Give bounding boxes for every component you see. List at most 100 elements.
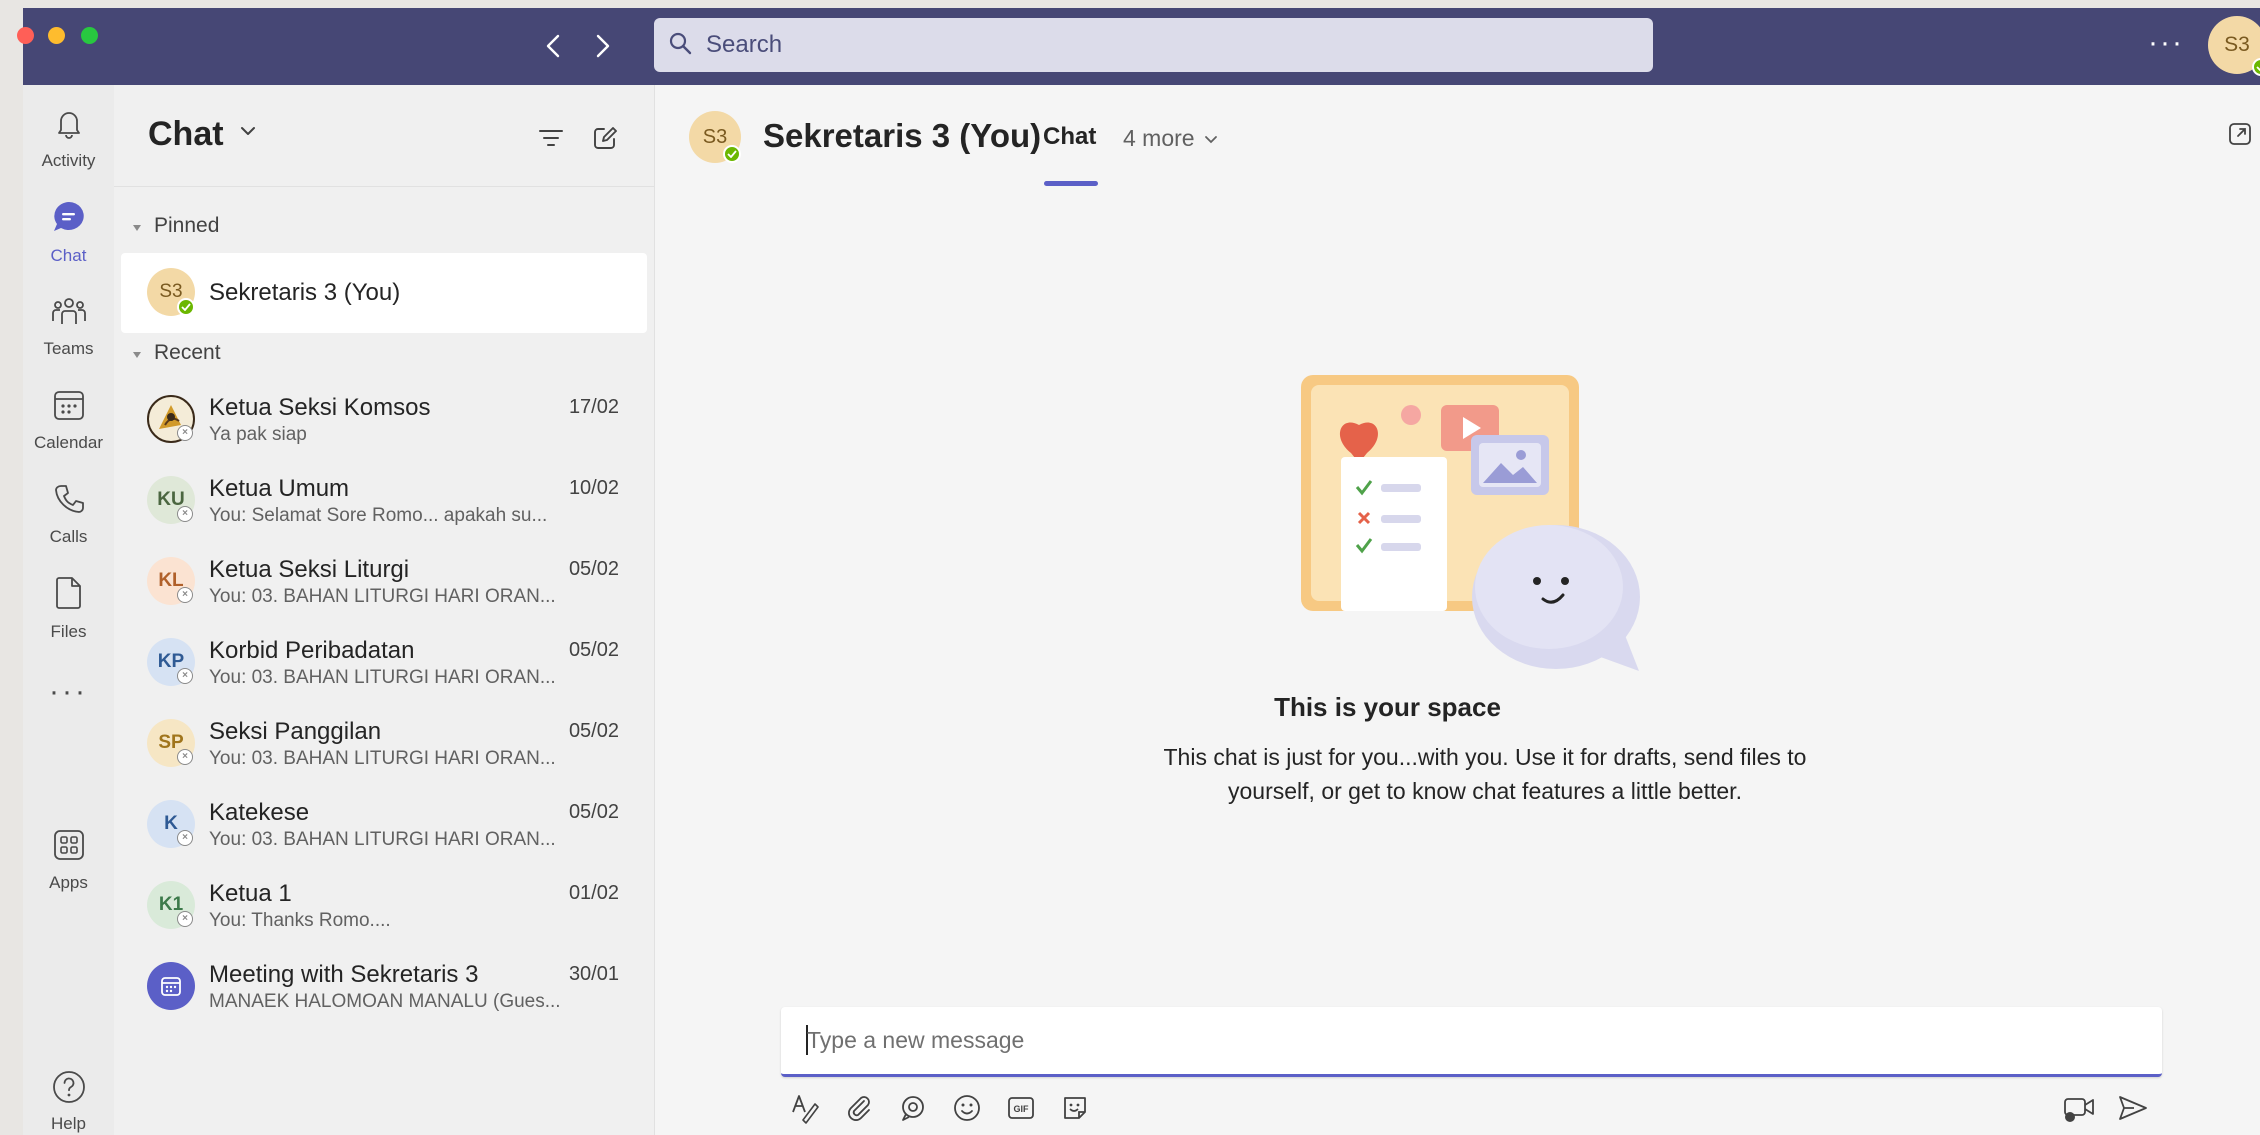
chat-main-pane: S3 Sekretaris 3 (You) Chat 4 more This i… — [654, 85, 2260, 1135]
chat-row-ketua-seksi-komsos[interactable]: × Ketua Seksi Komsos 17/02 Ya pak siap — [121, 380, 647, 460]
window-minimize-button[interactable] — [48, 27, 65, 44]
rail-item-apps[interactable]: Apps — [23, 817, 114, 903]
phone-icon — [52, 482, 86, 521]
emoji-icon[interactable] — [947, 1088, 987, 1128]
space-title: This is your space — [1274, 692, 1501, 722]
chevron-down-icon — [1203, 125, 1219, 152]
chat-date: 05/02 — [568, 558, 619, 580]
chat-icon — [50, 199, 88, 240]
chat-preview: You: 03. BAHAN LITURGI HARI ORAN... — [209, 667, 556, 688]
chat-name: Ketua Seksi Liturgi — [209, 556, 410, 583]
svg-text:GIF: GIF — [1014, 1104, 1030, 1114]
send-icon[interactable] — [2113, 1088, 2153, 1128]
format-icon[interactable] — [785, 1088, 825, 1128]
chat-date: 05/02 — [568, 720, 619, 742]
schedule-meeting-icon[interactable] — [2059, 1088, 2099, 1128]
chat-row-katekese[interactable]: K × Katekese 05/02 You: 03. BAHAN LITURG… — [121, 785, 647, 865]
chat-name: Meeting with Sekretaris 3 — [209, 961, 479, 988]
chat-name: Katekese — [209, 799, 310, 826]
rail-label: Chat — [50, 245, 87, 265]
rail-item-teams[interactable]: Teams — [23, 283, 114, 369]
profile-initials: S3 — [2224, 33, 2250, 56]
help-icon — [51, 1069, 87, 1110]
chat-date: 01/02 — [568, 882, 619, 904]
chat-date: 17/02 — [568, 396, 619, 418]
avatar-initials: K — [164, 813, 178, 834]
chat-name: Ketua Umum — [209, 475, 350, 502]
avatar: S3 — [147, 268, 195, 316]
chat-preview: You: Thanks Romo.... — [209, 910, 391, 931]
filter-icon[interactable] — [534, 121, 568, 155]
chat-row-ketua-1[interactable]: K1 × Ketua 1 01/02 You: Thanks Romo.... — [121, 866, 647, 946]
your-space-illustration — [1301, 375, 1640, 671]
chat-name: Sekretaris 3 (You) — [209, 279, 401, 306]
title-bar: Search ··· S3 — [17, 8, 2260, 85]
gif-icon[interactable]: GIF — [1001, 1088, 1041, 1128]
chat-preview: You: Selamat Sore Romo... apakah su... — [209, 505, 548, 526]
more-apps-button[interactable]: ··· — [23, 675, 114, 709]
meeting-icon — [147, 962, 195, 1010]
rail-item-calendar[interactable]: Calendar — [23, 377, 114, 463]
presence-available-icon — [177, 298, 195, 316]
avatar: KL × — [147, 557, 195, 605]
chat-date: 05/02 — [568, 639, 619, 661]
window-close-button[interactable] — [17, 27, 34, 44]
help-label: Help — [51, 1114, 86, 1133]
chat-row-sekretaris-3[interactable]: S3 Sekretaris 3 (You) — [121, 253, 647, 333]
message-composer-input[interactable]: Type a new message — [781, 1007, 2162, 1077]
rail-label: Calls — [49, 526, 88, 546]
chat-row-korbid-peribadatan[interactable]: KP × Korbid Peribadatan 05/02 You: 03. B… — [121, 623, 647, 703]
chat-date: 10/02 — [568, 477, 619, 499]
search-placeholder: Search — [706, 31, 783, 58]
recent-label: Recent — [154, 341, 221, 364]
chat-list-title[interactable]: Chat — [148, 115, 224, 154]
chat-name: Seksi Panggilan — [209, 718, 382, 745]
presence-offline-icon: × — [177, 425, 193, 441]
chevron-down-icon[interactable] — [238, 121, 258, 146]
attach-icon[interactable] — [839, 1088, 879, 1128]
chat-row-ketua-umum[interactable]: KU × Ketua Umum 10/02 You: Selamat Sore … — [121, 461, 647, 541]
avatar: K1 × — [147, 881, 195, 929]
help-button[interactable]: Help — [23, 1069, 114, 1134]
chat-list-header: Chat — [114, 85, 654, 187]
rail-item-activity[interactable]: Activity — [23, 95, 114, 181]
chat-preview: You: 03. BAHAN LITURGI HARI ORAN... — [209, 748, 556, 769]
avatar: SP × — [147, 719, 195, 767]
sticker-icon[interactable] — [1055, 1088, 1095, 1128]
presence-available-icon — [2252, 58, 2260, 76]
chat-row-seksi-panggilan[interactable]: SP × Seksi Panggilan 05/02 You: 03. BAHA… — [121, 704, 647, 784]
avatar-initials: S3 — [702, 125, 728, 148]
composer-placeholder: Type a new message — [807, 1027, 1025, 1053]
profile-avatar[interactable]: S3 — [2208, 16, 2260, 76]
rail-item-calls[interactable]: Calls — [23, 471, 114, 557]
pinned-label: Pinned — [154, 214, 220, 237]
recent-section-toggle[interactable]: Recent — [132, 341, 221, 365]
pinned-section-toggle[interactable]: Pinned — [132, 214, 219, 238]
rail-item-files[interactable]: Files — [23, 565, 114, 651]
tab-chat[interactable]: Chat — [1043, 123, 1096, 151]
rail-item-chat[interactable]: Chat — [23, 189, 114, 275]
chat-preview: Ya pak siap — [209, 424, 307, 445]
chat-preview: You: 03. BAHAN LITURGI HARI ORAN... — [209, 586, 556, 607]
tab-more-dropdown[interactable]: 4 more — [1123, 125, 1219, 152]
chat-row-meeting-sekretaris-3[interactable]: Meeting with Sekretaris 3 30/01 MANAEK H… — [121, 947, 647, 1027]
back-arrow-icon[interactable] — [535, 28, 571, 64]
forward-arrow-icon[interactable] — [585, 28, 621, 64]
chat-row-ketua-seksi-liturgi[interactable]: KL × Ketua Seksi Liturgi 05/02 You: 03. … — [121, 542, 647, 622]
caret-down-icon — [132, 341, 142, 365]
more-options-button[interactable]: ··· — [2148, 28, 2184, 58]
pop-out-icon[interactable] — [2227, 121, 2253, 152]
chat-list-pane: Chat Pinned S3 Sekretaris 3 (You) Recent — [114, 85, 654, 1135]
chat-preview: You: 03. BAHAN LITURGI HARI ORAN... — [209, 829, 556, 850]
rail-label: Calendar — [34, 432, 103, 452]
new-chat-icon[interactable] — [588, 121, 622, 155]
rail-label: Activity — [41, 150, 96, 170]
search-input[interactable]: Search — [654, 18, 1653, 72]
avatar[interactable]: S3 — [689, 111, 741, 163]
avatar: KP × — [147, 638, 195, 686]
loop-component-icon[interactable] — [893, 1088, 933, 1128]
rail-label: Apps — [49, 872, 88, 892]
presence-offline-icon: × — [177, 749, 193, 765]
window-zoom-button[interactable] — [81, 27, 98, 44]
presence-available-icon — [723, 145, 741, 163]
